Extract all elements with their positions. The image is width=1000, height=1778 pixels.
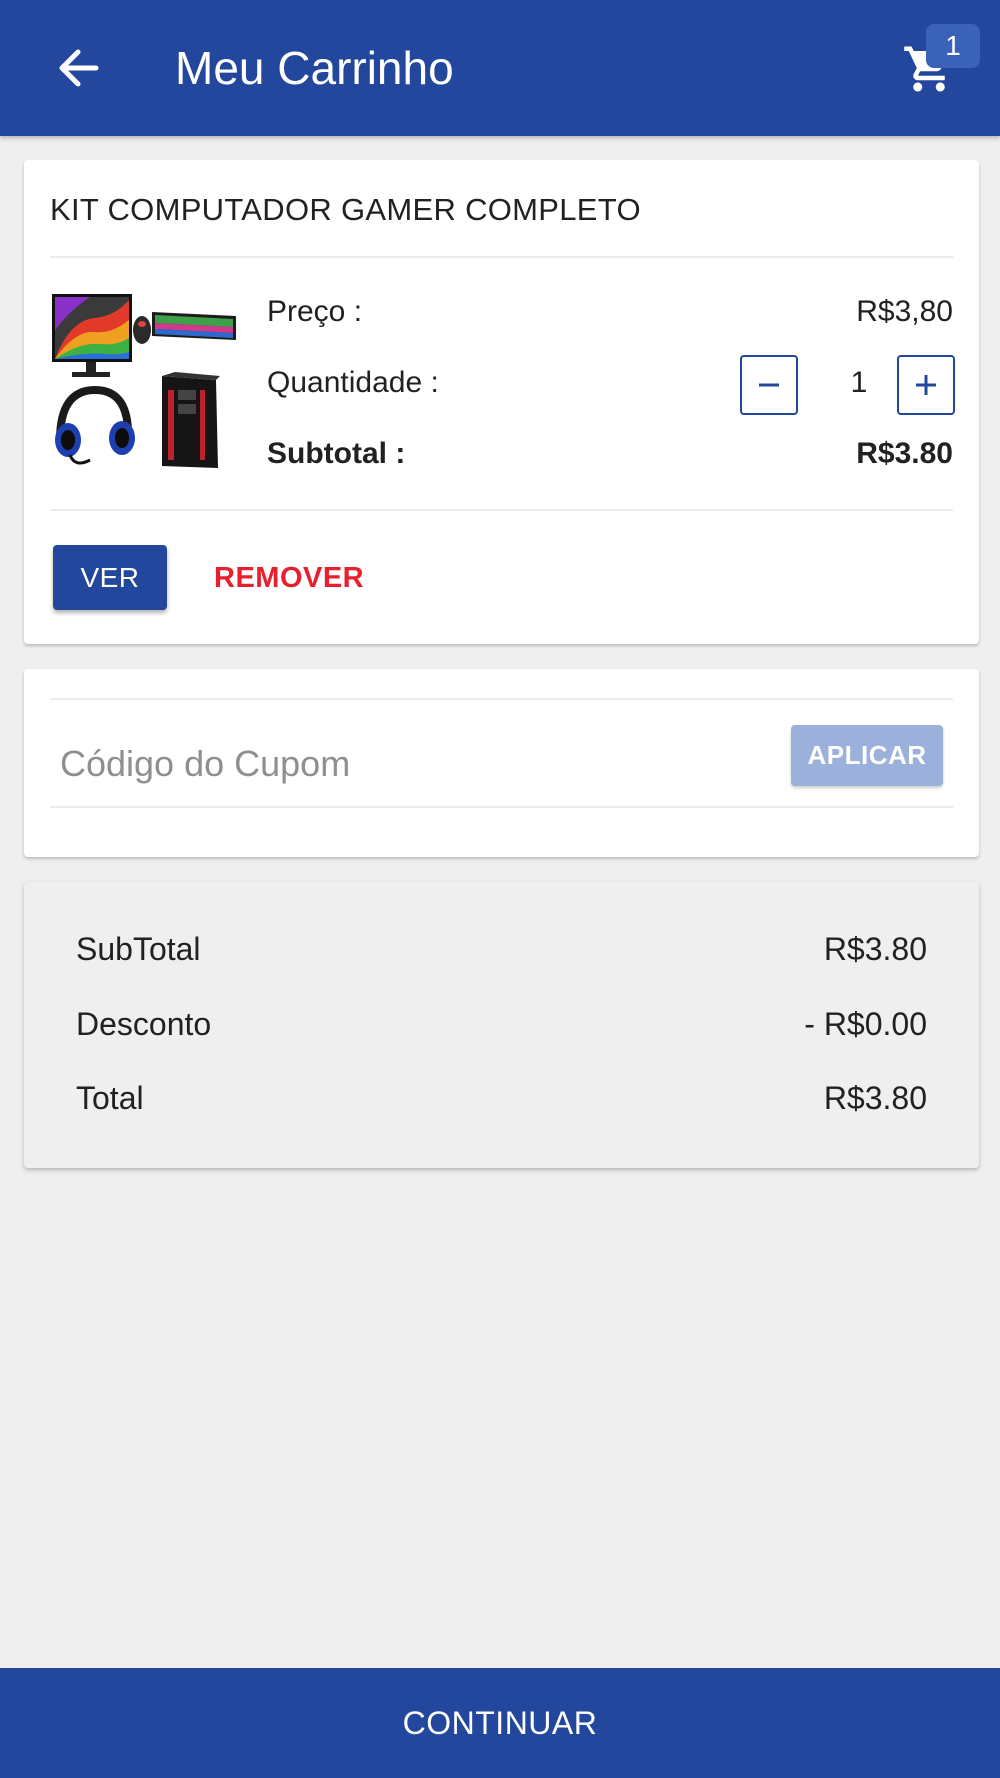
summary-total-label: Total [76,1080,144,1116]
quantity-label: Quantidade : [267,366,439,399]
arrow-left-icon [59,49,99,87]
plus-icon [916,375,936,395]
remove-button[interactable]: REMOVER [214,555,364,601]
summary-total-value: R$3.80 [823,1080,927,1116]
apply-coupon-button[interactable]: APLICAR [791,725,943,786]
monitor-icon [52,294,132,377]
cart-count-badge: 1 [926,24,980,68]
divider [50,806,953,808]
keyboard-icon [152,312,236,340]
order-summary-card: SubTotal R$3.80 Desconto - R$0.00 Total … [24,882,979,1168]
continue-button[interactable]: CONTINUAR [0,1668,1000,1778]
coupon-card: APLICAR [24,669,979,857]
minus-icon [759,383,779,387]
price-value: R$3,80 [856,295,953,328]
view-button[interactable]: VER [53,545,167,610]
subtotal-label: Subtotal : [267,437,406,470]
app-bar: Meu Carrinho 1 [0,0,1000,136]
summary-discount-label: Desconto [76,1006,212,1042]
summary-discount-value: - R$0.00 [804,1006,927,1042]
product-image [52,294,236,468]
summary-subtotal-label: SubTotal [76,931,201,967]
back-button[interactable] [50,42,106,94]
subtotal-value: R$3.80 [856,437,953,470]
product-name: KIT COMPUTADOR GAMER COMPLETO [50,192,641,227]
quantity-value: 1 [850,366,868,399]
divider [50,698,953,700]
mouse-icon [133,316,151,344]
cart-button[interactable]: 1 [898,22,982,102]
coupon-code-input[interactable] [60,729,760,799]
page-title: Meu Carrinho [175,42,454,94]
divider [50,509,953,511]
pc-tower-icon [162,372,220,468]
summary-subtotal-value: R$3.80 [823,931,927,967]
cart-item-card: KIT COMPUTADOR GAMER COMPLETO Preço: R$… [24,160,979,644]
decrease-quantity-button[interactable] [740,355,798,415]
headset-icon [55,385,135,465]
divider [50,256,953,258]
price-label: Preço : [267,295,363,328]
increase-quantity-button[interactable] [897,355,955,415]
